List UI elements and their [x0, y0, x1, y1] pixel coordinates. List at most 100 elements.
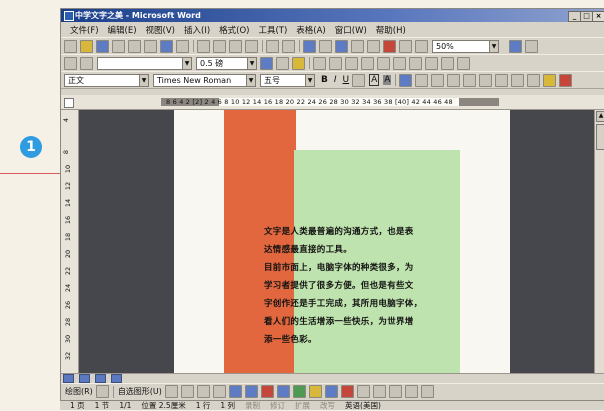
- hyperlink-icon[interactable]: [303, 39, 316, 53]
- sort-ascending-icon[interactable]: [441, 56, 454, 70]
- undo-icon[interactable]: [266, 39, 279, 53]
- line-style-select[interactable]: ▼: [97, 56, 192, 70]
- align-left-icon[interactable]: [399, 73, 413, 87]
- italic-button[interactable]: I: [334, 75, 337, 85]
- format-painter-icon[interactable]: [245, 39, 258, 53]
- save-icon[interactable]: [96, 39, 109, 53]
- print-icon[interactable]: [128, 39, 141, 53]
- tables-borders-icon[interactable]: [319, 39, 332, 53]
- align-icon[interactable]: [361, 56, 374, 70]
- line-weight-select[interactable]: 0.5 磅 ▼: [196, 56, 257, 70]
- print-view-icon[interactable]: [94, 374, 106, 383]
- line-spacing-icon[interactable]: [463, 73, 477, 87]
- fill-color-icon[interactable]: [308, 385, 322, 398]
- split-cells-icon[interactable]: [345, 56, 358, 70]
- paste-icon[interactable]: [229, 39, 242, 53]
- underline-dropdown-icon[interactable]: [352, 73, 366, 87]
- underline-button[interactable]: U: [343, 75, 350, 85]
- close-button[interactable]: ×: [592, 11, 604, 22]
- cut-icon[interactable]: [197, 39, 210, 53]
- line-tool-icon[interactable]: [164, 385, 178, 398]
- research-icon[interactable]: [176, 39, 189, 53]
- insert-table-2-icon[interactable]: [313, 56, 326, 70]
- autoshapes-button[interactable]: 自选图形(U): [118, 386, 162, 397]
- menu-format[interactable]: 格式(O): [219, 24, 249, 36]
- bold-button[interactable]: B: [321, 75, 328, 85]
- menu-view[interactable]: 视图(V): [146, 24, 175, 36]
- permission-icon[interactable]: [112, 39, 125, 53]
- vertical-scrollbar[interactable]: ▲: [594, 110, 604, 373]
- status-rec[interactable]: 录制: [245, 400, 260, 411]
- dash-style-icon[interactable]: [372, 385, 386, 398]
- arrow-tool-icon[interactable]: [180, 385, 194, 398]
- highlight-icon[interactable]: [543, 73, 557, 87]
- align-right-icon[interactable]: [431, 73, 445, 87]
- distribute-rows-icon[interactable]: [377, 56, 390, 70]
- shading-color-icon[interactable]: [292, 56, 305, 70]
- vertical-textbox-icon[interactable]: [244, 385, 258, 398]
- insert-excel-icon[interactable]: [351, 39, 364, 53]
- font-select[interactable]: Times New Roman ▼: [153, 73, 256, 87]
- merge-cells-icon[interactable]: [329, 56, 342, 70]
- document-text[interactable]: 文字是人类最普遍的沟通方式，也是表 达情感最直接的工具。 目前市面上，电脑字体的…: [264, 223, 454, 349]
- clipart-icon[interactable]: [292, 385, 306, 398]
- normal-view-icon[interactable]: [63, 374, 74, 383]
- status-ovr[interactable]: 改写: [320, 400, 335, 411]
- align-center-icon[interactable]: [415, 73, 429, 87]
- spelling-icon[interactable]: [160, 39, 173, 53]
- new-document-icon[interactable]: [64, 39, 77, 53]
- numbering-icon[interactable]: [479, 73, 493, 87]
- print-preview-icon[interactable]: [144, 39, 157, 53]
- diagram-icon[interactable]: [276, 385, 290, 398]
- copy-icon[interactable]: [213, 39, 226, 53]
- columns-icon[interactable]: [367, 39, 380, 53]
- justify-icon[interactable]: [447, 73, 461, 87]
- font-color-icon[interactable]: [559, 73, 573, 87]
- menu-table[interactable]: 表格(A): [296, 24, 325, 36]
- char-border-button[interactable]: A: [369, 74, 380, 86]
- menu-help[interactable]: 帮助(H): [376, 24, 406, 36]
- text-direction-icon[interactable]: [425, 56, 438, 70]
- menu-insert[interactable]: 插入(I): [184, 24, 210, 36]
- menu-tools[interactable]: 工具(T): [258, 24, 287, 36]
- menu-edit[interactable]: 编辑(E): [108, 24, 137, 36]
- rectangle-tool-icon[interactable]: [196, 385, 210, 398]
- read-icon[interactable]: [525, 39, 538, 53]
- outline-view-icon[interactable]: [110, 374, 122, 383]
- select-objects-icon[interactable]: [95, 385, 109, 398]
- oval-tool-icon[interactable]: [212, 385, 226, 398]
- menu-file[interactable]: 文件(F): [70, 24, 99, 36]
- decrease-indent-icon[interactable]: [511, 73, 525, 87]
- line-color-icon[interactable]: [324, 385, 338, 398]
- scroll-up-icon[interactable]: ▲: [596, 111, 604, 122]
- eraser-icon[interactable]: [80, 56, 93, 70]
- textbox-tool-icon[interactable]: [228, 385, 242, 398]
- sum-icon[interactable]: [457, 56, 470, 70]
- bullets-icon[interactable]: [495, 73, 509, 87]
- draw-menu-button[interactable]: 绘图(R): [65, 386, 93, 397]
- horizontal-ruler[interactable]: 8 6 4 2 [2] 2 4 6 8 10 12 14 16 18 20 22…: [61, 95, 604, 110]
- font-color-draw-icon[interactable]: [340, 385, 354, 398]
- menu-window[interactable]: 窗口(W): [335, 24, 367, 36]
- border-color-icon[interactable]: [260, 56, 273, 70]
- 3d-style-icon[interactable]: [420, 385, 434, 398]
- wordart-icon[interactable]: [260, 385, 274, 398]
- outside-border-icon[interactable]: [276, 56, 289, 70]
- status-ext[interactable]: 扩展: [295, 400, 310, 411]
- scroll-thumb[interactable]: [596, 124, 604, 150]
- shadow-style-icon[interactable]: [404, 385, 418, 398]
- document-map-icon[interactable]: [399, 39, 412, 53]
- style-select[interactable]: 正文 ▼: [64, 73, 149, 87]
- draw-table-icon[interactable]: [64, 56, 77, 70]
- zoom-select[interactable]: 50% ▼: [432, 39, 499, 53]
- char-shading-button[interactable]: A: [383, 75, 392, 85]
- vertical-ruler[interactable]: 4 8 10 12 14 16 18 20 22 24 26 28 30 32: [61, 110, 79, 373]
- arrow-style-icon[interactable]: [388, 385, 402, 398]
- document-area[interactable]: 文字是人类最普遍的沟通方式，也是表 达情感最直接的工具。 目前市面上，电脑字体的…: [79, 110, 594, 373]
- insert-table-icon[interactable]: [335, 39, 348, 53]
- show-hide-icon[interactable]: [415, 39, 428, 53]
- status-trk[interactable]: 修订: [270, 400, 285, 411]
- status-language[interactable]: 英语(美国): [345, 400, 381, 411]
- web-view-icon[interactable]: [78, 374, 90, 383]
- line-style-icon[interactable]: [356, 385, 370, 398]
